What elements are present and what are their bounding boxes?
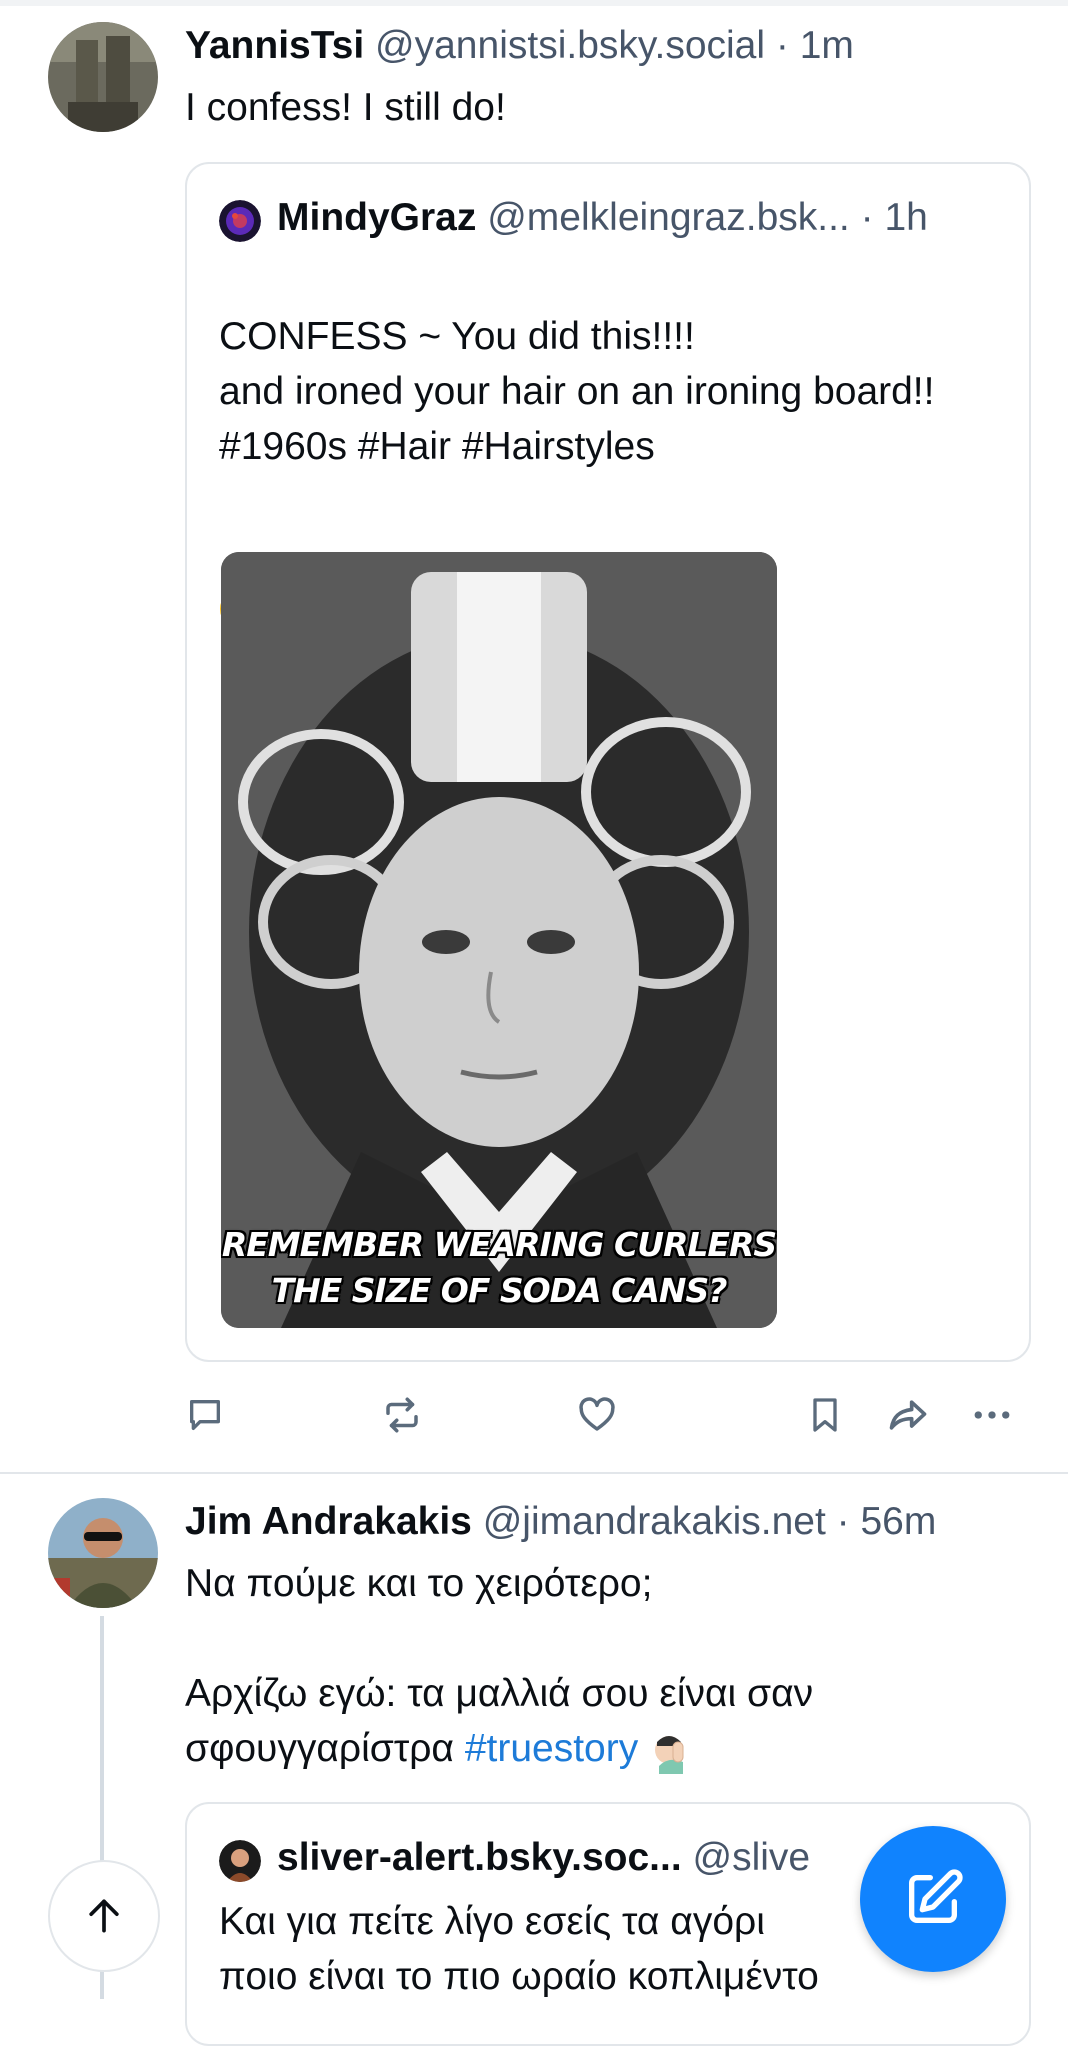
arrow-up-icon (89, 1899, 119, 1933)
share-icon[interactable] (883, 1390, 933, 1440)
post-actions-bar (0, 1390, 1068, 1440)
repost-icon[interactable] (377, 1390, 427, 1440)
like-icon[interactable] (572, 1390, 622, 1440)
compose-post-button[interactable] (860, 1826, 1006, 1972)
post-text: Να πούμε και το χειρότερο; Αρχίζω εγώ: τ… (185, 1556, 813, 1776)
post-text-line2: Αρχίζω εγώ: τα μαλλιά σου είναι σαν (185, 1672, 814, 1715)
quote-header: sliver-alert.bsky.soc... @slive (277, 1834, 810, 1882)
facepalm-emoji (649, 1728, 695, 1774)
separator-dot: · (775, 24, 789, 67)
separator-dot: · (836, 1500, 850, 1543)
quote-time: 1h (884, 196, 928, 239)
quote-author-handle: @melkleingraz.bsk... (487, 196, 850, 239)
quote-header: MindyGraz @melkleingraz.bsk... · 1h (277, 194, 928, 242)
post-time[interactable]: 56m (860, 1500, 936, 1543)
post-time[interactable]: 1m (800, 24, 854, 67)
reply-icon[interactable] (180, 1390, 230, 1440)
author-avatar[interactable] (48, 1498, 158, 1608)
quote-post-card[interactable]: MindyGraz @melkleingraz.bsk... · 1h CONF… (185, 162, 1031, 1362)
post-text-line3: σφουγγαρίστρα (185, 1727, 454, 1770)
separator-dot: · (860, 196, 874, 239)
post-header: Jim Andrakakis @jimandrakakis.net · 56m (185, 1498, 936, 1546)
post-text-line1: Να πούμε και το χειρότερο; (185, 1562, 653, 1605)
quote-body: CONFESS ~ You did this!!!! and ironed yo… (219, 315, 935, 468)
author-handle[interactable]: @yannistsi.bsky.social (375, 24, 765, 67)
post-header: YannisTsi @yannistsi.bsky.social · 1m (185, 22, 854, 70)
quote-author-name: sliver-alert.bsky.soc... (277, 1836, 682, 1879)
author-name[interactable]: Jim Andrakakis (185, 1500, 472, 1543)
author-avatar[interactable] (48, 22, 158, 132)
scroll-to-top-button[interactable] (48, 1860, 160, 1972)
author-name[interactable]: YannisTsi (185, 24, 364, 67)
quote-image[interactable]: REMEMBER WEARING CURLERS THE SIZE OF SOD… (221, 552, 777, 1328)
quote-author-avatar (219, 200, 261, 242)
quote-author-handle: @slive (692, 1836, 811, 1879)
compose-icon (909, 1869, 963, 1923)
more-icon[interactable] (967, 1390, 1017, 1440)
image-caption-line1: REMEMBER WEARING CURLERS (221, 1225, 777, 1264)
image-caption-line2: THE SIZE OF SODA CANS? (271, 1271, 728, 1310)
author-handle[interactable]: @jimandrakakis.net (483, 1500, 826, 1543)
post-text: I confess! I still do! (185, 86, 506, 129)
image-caption: REMEMBER WEARING CURLERS THE SIZE OF SOD… (221, 1222, 777, 1314)
quote-author-avatar (219, 1840, 261, 1882)
hashtag-link[interactable]: #truestory (465, 1727, 638, 1770)
post-yannistsi[interactable]: YannisTsi @yannistsi.bsky.social · 1m I … (0, 0, 1068, 1470)
bookmark-icon[interactable] (800, 1390, 850, 1440)
quote-author-name: MindyGraz (277, 196, 477, 239)
